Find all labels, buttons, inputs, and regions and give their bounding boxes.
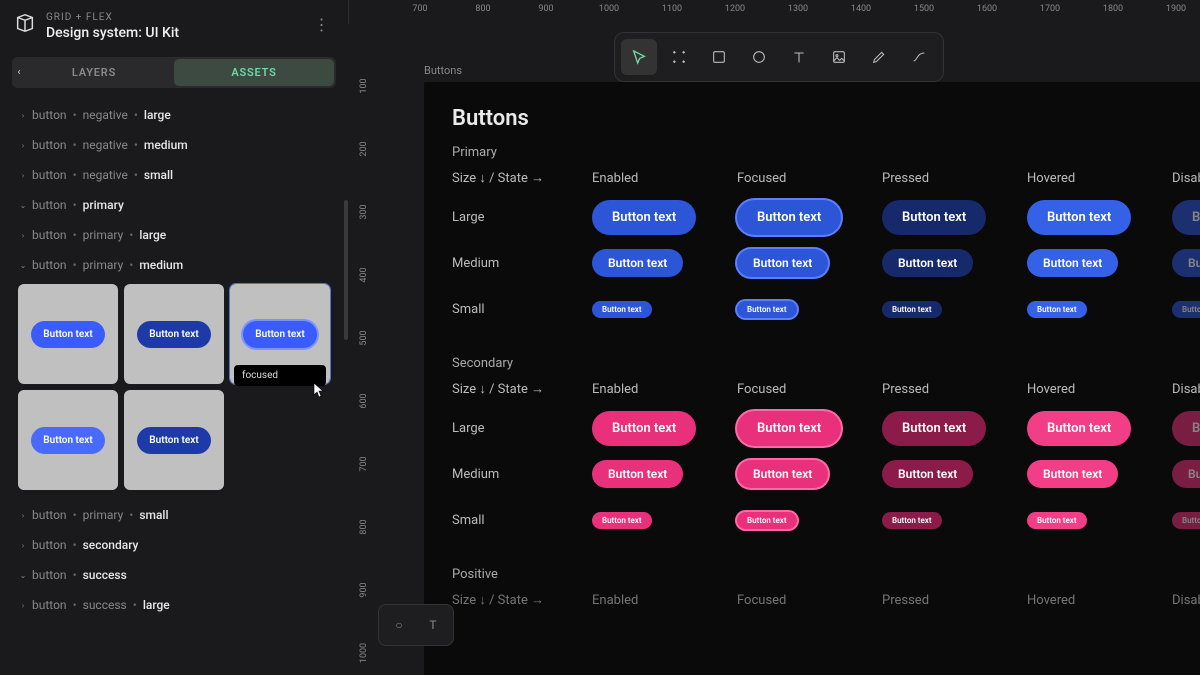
button-primary-medium-pressed[interactable]: Button text	[882, 249, 973, 277]
button-secondary-large-focused[interactable]: Button text	[737, 411, 841, 446]
tab-layers[interactable]: LAYERS	[14, 59, 174, 86]
button-secondary-large-enabled[interactable]: Button text	[592, 411, 696, 446]
project-subtitle: GRID + FLEX	[46, 12, 300, 23]
button-primary-medium-enabled[interactable]: Button text	[592, 249, 683, 277]
text-icon: T	[429, 618, 436, 632]
tool-pen[interactable]	[901, 39, 937, 75]
tree-item[interactable]: ›button•secondary	[0, 530, 348, 560]
variant-thumbnails: Button text Button text Button text focu…	[0, 280, 348, 500]
mini-tool-text[interactable]: T	[417, 609, 449, 641]
canvas-toolbar	[614, 32, 944, 82]
button-primary-medium-focused[interactable]: Button text	[737, 249, 828, 277]
tree-item[interactable]: ⌄button•primary•medium	[0, 250, 348, 280]
tool-pencil[interactable]	[861, 39, 897, 75]
tool-rectangle[interactable]	[701, 39, 737, 75]
button-secondary-medium-hovered[interactable]: Button text	[1027, 460, 1118, 488]
button-secondary-small-disabled[interactable]: Button text	[1172, 512, 1200, 529]
chevron-right-icon: ›	[18, 141, 28, 150]
variant-tooltip: focused	[234, 365, 326, 386]
tool-frame[interactable]	[661, 39, 697, 75]
button-secondary-small-pressed[interactable]: Button text	[882, 512, 942, 529]
button-primary-large-focused[interactable]: Button text	[737, 200, 841, 235]
variant-thumb-hovered[interactable]: Button text	[18, 390, 118, 490]
chevron-right-icon: ›	[18, 171, 28, 180]
button-primary-small-pressed[interactable]: Button text	[882, 301, 942, 318]
tree-item[interactable]: ⌄button•success	[0, 560, 348, 590]
variant-thumb-focused[interactable]: Button text focused	[230, 284, 330, 384]
sidebar-tabs: ‹ LAYERS ASSETS	[12, 57, 336, 88]
section-secondary: Secondary	[452, 356, 1200, 371]
button-primary-large-disabled[interactable]: Button text	[1172, 200, 1200, 235]
sidebar: GRID + FLEX Design system: UI Kit ⋮ ‹ LA…	[0, 0, 348, 675]
chevron-right-icon: ›	[18, 511, 28, 520]
chevron-right-icon: ›	[18, 601, 28, 610]
variant-thumb-disabled[interactable]: Button text	[124, 390, 224, 490]
button-secondary-large-pressed[interactable]: Button text	[882, 411, 986, 446]
tool-pointer[interactable]	[621, 39, 657, 75]
button-secondary-small-enabled[interactable]: Button text	[592, 512, 652, 529]
tree-item[interactable]: ›button•negative•small	[0, 160, 348, 190]
button-secondary-small-focused[interactable]: Button text	[737, 512, 797, 529]
button-secondary-medium-pressed[interactable]: Button text	[882, 460, 973, 488]
tree-item[interactable]: ›button•success•large	[0, 590, 348, 620]
button-secondary-medium-focused[interactable]: Button text	[737, 460, 828, 488]
tree-item[interactable]: ›button•primary•large	[0, 220, 348, 250]
chevron-right-icon: ›	[18, 541, 28, 550]
project-more-button[interactable]: ⋮	[310, 12, 334, 36]
asset-tree: ›button•negative•large ›button•negative•…	[0, 96, 348, 671]
tabs-back-icon[interactable]: ‹	[10, 64, 28, 82]
button-primary-small-enabled[interactable]: Button text	[592, 301, 652, 318]
chevron-down-icon: ⌄	[18, 261, 28, 270]
button-secondary-large-hovered[interactable]: Button text	[1027, 411, 1131, 446]
variant-thumb-enabled[interactable]: Button text	[18, 284, 118, 384]
button-primary-small-focused[interactable]: Button text	[737, 301, 797, 318]
tool-ellipse[interactable]	[741, 39, 777, 75]
ellipse-icon: ○	[395, 618, 402, 632]
variant-thumb-pressed[interactable]: Button text	[124, 284, 224, 384]
button-secondary-large-disabled[interactable]: Button text	[1172, 411, 1200, 446]
button-primary-medium-hovered[interactable]: Button text	[1027, 249, 1118, 277]
tab-assets[interactable]: ASSETS	[174, 59, 334, 86]
button-primary-large-hovered[interactable]: Button text	[1027, 200, 1131, 235]
chevron-down-icon: ⌄	[18, 571, 28, 580]
tool-image[interactable]	[821, 39, 857, 75]
tree-item[interactable]: ›button•negative•large	[0, 100, 348, 130]
ruler-vertical: 100 200 300 400 500 600 700 800 900 1000	[348, 24, 380, 675]
chevron-down-icon: ⌄	[18, 201, 28, 210]
frame-title: Buttons	[452, 106, 1200, 131]
section-positive: Positive	[452, 567, 1200, 582]
project-logo-icon	[14, 12, 36, 34]
chevron-right-icon: ›	[18, 231, 28, 240]
chevron-right-icon: ›	[18, 111, 28, 120]
ruler-horizontal: 700 800 900 1000 1100 1200 1300 1400 150…	[380, 0, 1200, 24]
axis-label: Size ↓ / State →	[452, 592, 592, 608]
tree-item[interactable]: ⌄button•primary	[0, 190, 348, 220]
project-header: GRID + FLEX Design system: UI Kit ⋮	[0, 0, 348, 49]
project-title: Design system: UI Kit	[46, 25, 300, 41]
frame-buttons[interactable]: Buttons Primary Size ↓ / State → Enabled…	[424, 82, 1200, 675]
tool-text[interactable]	[781, 39, 817, 75]
axis-label: Size ↓ / State →	[452, 381, 592, 397]
button-secondary-medium-enabled[interactable]: Button text	[592, 460, 683, 488]
mini-tool-ellipse[interactable]: ○	[383, 609, 415, 641]
button-primary-small-disabled[interactable]: Button text	[1172, 301, 1200, 318]
section-primary: Primary	[452, 145, 1200, 160]
tree-item[interactable]: ›button•negative•medium	[0, 130, 348, 160]
button-secondary-medium-disabled[interactable]: Button text	[1172, 460, 1200, 488]
tree-item[interactable]: ›button•primary•small	[0, 500, 348, 530]
frame-label[interactable]: Buttons	[424, 64, 462, 77]
button-primary-small-hovered[interactable]: Button text	[1027, 301, 1087, 318]
button-primary-medium-disabled[interactable]: Button text	[1172, 249, 1200, 277]
axis-label: Size ↓ / State →	[452, 170, 592, 186]
button-secondary-small-hovered[interactable]: Button text	[1027, 512, 1087, 529]
design-canvas[interactable]: Buttons Buttons Primary Size ↓ / State →…	[380, 24, 1200, 675]
button-primary-large-pressed[interactable]: Button text	[882, 200, 986, 235]
button-primary-large-enabled[interactable]: Button text	[592, 200, 696, 235]
mini-toolbar: ○ T	[378, 604, 454, 646]
